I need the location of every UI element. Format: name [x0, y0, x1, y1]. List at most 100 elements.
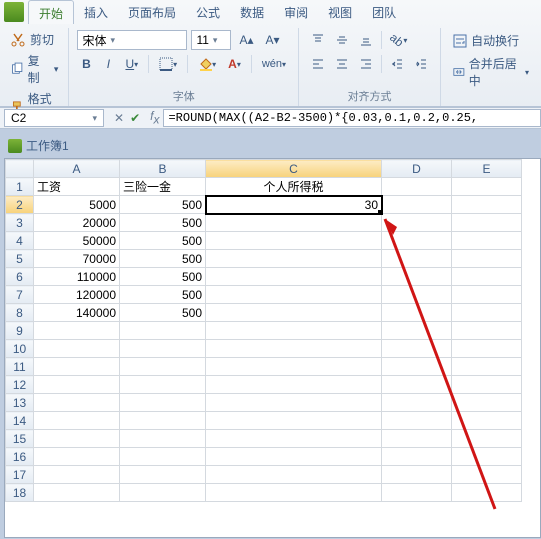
borders-button[interactable]: ▾	[155, 54, 181, 74]
cell[interactable]	[120, 484, 206, 502]
cell[interactable]	[206, 250, 382, 268]
cell[interactable]	[206, 340, 382, 358]
bold-button[interactable]: B	[77, 54, 95, 74]
row-header[interactable]: 18	[6, 484, 34, 502]
wrap-text-button[interactable]: 自动换行	[449, 30, 533, 51]
cell[interactable]	[206, 394, 382, 412]
cell[interactable]	[452, 250, 522, 268]
cell[interactable]	[206, 412, 382, 430]
cell[interactable]	[382, 340, 452, 358]
row-header[interactable]: 15	[6, 430, 34, 448]
cell[interactable]	[382, 268, 452, 286]
table-row[interactable]: 8140000500	[6, 304, 522, 322]
cell[interactable]	[120, 358, 206, 376]
cell[interactable]	[206, 358, 382, 376]
cell[interactable]	[382, 250, 452, 268]
cell[interactable]	[452, 232, 522, 250]
cell[interactable]	[206, 322, 382, 340]
cell[interactable]: 500	[120, 232, 206, 250]
cell[interactable]	[120, 340, 206, 358]
tab-team[interactable]: 团队	[362, 0, 406, 24]
table-row[interactable]: 1 工资 三险一金 个人所得税	[6, 178, 522, 196]
indent-button[interactable]	[410, 54, 432, 74]
phonetic-button[interactable]: wén▾	[258, 54, 290, 74]
tab-data[interactable]: 数据	[230, 0, 274, 24]
cell[interactable]: 500	[120, 196, 206, 214]
table-row[interactable]: 18	[6, 484, 522, 502]
cell[interactable]	[382, 412, 452, 430]
cell[interactable]	[120, 394, 206, 412]
table-row[interactable]: 17	[6, 466, 522, 484]
cell[interactable]	[34, 340, 120, 358]
cell[interactable]	[120, 466, 206, 484]
cell[interactable]	[452, 268, 522, 286]
tab-review[interactable]: 审阅	[274, 0, 318, 24]
app-icon[interactable]	[4, 2, 24, 22]
cell[interactable]: 50000	[34, 232, 120, 250]
shrink-font-button[interactable]: A▾	[262, 30, 284, 50]
cell[interactable]	[382, 178, 452, 196]
cell[interactable]	[206, 448, 382, 466]
cell[interactable]	[382, 484, 452, 502]
font-color-button[interactable]: A▾	[224, 54, 245, 74]
cell[interactable]: 70000	[34, 250, 120, 268]
table-row[interactable]: 11	[6, 358, 522, 376]
cell[interactable]	[452, 430, 522, 448]
row-header[interactable]: 6	[6, 268, 34, 286]
cell[interactable]	[452, 448, 522, 466]
cell[interactable]	[206, 214, 382, 232]
cell[interactable]	[34, 448, 120, 466]
cell[interactable]	[120, 430, 206, 448]
cell[interactable]	[452, 358, 522, 376]
cell[interactable]: 500	[120, 286, 206, 304]
tab-insert[interactable]: 插入	[74, 0, 118, 24]
cell[interactable]	[34, 484, 120, 502]
col-header-c[interactable]: C	[206, 160, 382, 178]
font-name-combo[interactable]: 宋体▾	[77, 30, 187, 50]
grow-font-button[interactable]: A▴	[235, 30, 257, 50]
cancel-formula-button[interactable]: ✕	[114, 111, 124, 125]
table-row[interactable]: 6110000500	[6, 268, 522, 286]
cell[interactable]	[452, 286, 522, 304]
copy-button[interactable]: 复制▾	[8, 51, 60, 87]
align-right-button[interactable]	[355, 54, 377, 74]
outdent-button[interactable]	[386, 54, 408, 74]
cell[interactable]	[382, 196, 452, 214]
underline-button[interactable]: U▾	[121, 54, 142, 74]
col-header-e[interactable]: E	[452, 160, 522, 178]
cell[interactable]	[382, 376, 452, 394]
cut-button[interactable]: 剪切	[8, 30, 60, 49]
cell[interactable]	[452, 322, 522, 340]
accept-formula-button[interactable]: ✔	[130, 111, 140, 125]
cell[interactable]	[206, 304, 382, 322]
row-header[interactable]: 13	[6, 394, 34, 412]
cell[interactable]	[382, 466, 452, 484]
tab-layout[interactable]: 页面布局	[118, 0, 186, 24]
cell[interactable]	[452, 214, 522, 232]
table-row[interactable]: 450000500	[6, 232, 522, 250]
col-header-d[interactable]: D	[382, 160, 452, 178]
cell-selected[interactable]: 30	[206, 196, 382, 214]
name-box[interactable]: C2▾	[4, 109, 104, 127]
tab-home[interactable]: 开始	[28, 0, 74, 24]
merge-center-button[interactable]: 合并后居中▾	[449, 53, 533, 91]
align-left-button[interactable]	[307, 54, 329, 74]
row-header[interactable]: 10	[6, 340, 34, 358]
italic-button[interactable]: I	[99, 54, 117, 74]
cell[interactable]	[382, 322, 452, 340]
cell[interactable]: 500	[120, 214, 206, 232]
cell[interactable]	[382, 304, 452, 322]
cell[interactable]: 140000	[34, 304, 120, 322]
cell[interactable]	[206, 376, 382, 394]
table-row[interactable]: 14	[6, 412, 522, 430]
cell[interactable]	[382, 430, 452, 448]
cell[interactable]	[206, 268, 382, 286]
cell[interactable]	[206, 484, 382, 502]
cell[interactable]	[34, 322, 120, 340]
cell[interactable]	[206, 430, 382, 448]
cell[interactable]	[382, 358, 452, 376]
table-row[interactable]: 7120000500	[6, 286, 522, 304]
table-row[interactable]: 320000500	[6, 214, 522, 232]
cell[interactable]	[34, 394, 120, 412]
align-middle-button[interactable]	[331, 30, 353, 50]
